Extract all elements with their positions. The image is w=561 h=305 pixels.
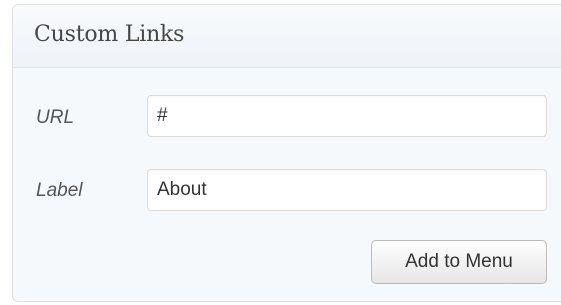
panel-title: Custom Links: [34, 22, 185, 47]
label-input[interactable]: [147, 169, 547, 211]
url-input[interactable]: [147, 95, 547, 137]
label-label: Label: [36, 180, 83, 201]
custom-links-panel: Custom Links URL Label Add to Menu: [12, 4, 561, 302]
url-label: URL: [36, 107, 75, 128]
add-to-menu-button[interactable]: Add to Menu: [371, 240, 547, 284]
panel-header[interactable]: Custom Links: [13, 5, 561, 68]
